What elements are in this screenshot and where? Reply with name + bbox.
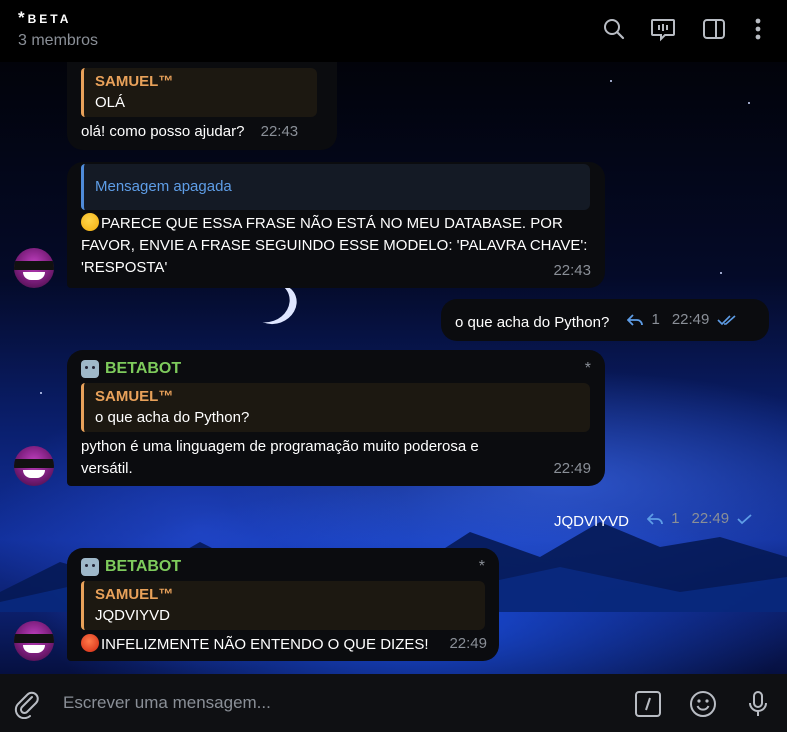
reply-count: 1 xyxy=(651,311,660,328)
reply-deleted-text: Mensagem apagada xyxy=(95,178,232,195)
star-mark: * xyxy=(478,558,485,575)
reply-sender-name: SAMUEL™ xyxy=(95,586,174,603)
reply-quote[interactable]: Mensagem apagada xyxy=(81,164,590,210)
message-time: 22:49 xyxy=(691,510,730,527)
message-text: o que acha do Python? xyxy=(455,314,610,331)
angry-face-icon xyxy=(81,634,99,652)
message-time: 22:49 xyxy=(553,460,591,477)
reply-text: o que acha do Python? xyxy=(95,409,250,426)
reply-text: JQDVIYVD xyxy=(95,607,171,624)
message-time: 22:43 xyxy=(260,123,299,140)
message-time: 22:49 xyxy=(449,635,487,652)
robot-icon xyxy=(81,558,99,576)
message-time: 22:43 xyxy=(553,262,591,279)
reply-arrow-icon xyxy=(647,513,664,525)
message-composer: Escrever uma mensagem... xyxy=(0,674,787,732)
message-bubble[interactable]: Mensagem apagada PARECE QUE ESSA FRASE N… xyxy=(67,162,605,288)
attach-icon[interactable] xyxy=(12,689,42,720)
reply-quote[interactable]: SAMUEL™ JQDVIYVD xyxy=(81,581,485,630)
search-icon[interactable] xyxy=(601,16,627,42)
chat-title[interactable]: * BETA xyxy=(18,8,71,28)
chat-header: * BETA 3 membros xyxy=(0,0,787,62)
video-chat-icon[interactable] xyxy=(650,16,676,42)
message-time: 22:49 xyxy=(671,311,710,328)
message-text: python é uma linguagem de programação mu… xyxy=(81,438,479,477)
emoji-icon[interactable] xyxy=(688,689,718,719)
avatar[interactable] xyxy=(14,446,54,486)
message-text: INFELIZMENTE NÃO ENTENDO O QUE DIZES! xyxy=(81,634,485,656)
double-check-icon xyxy=(717,315,736,326)
reply-count: 1 xyxy=(671,510,680,527)
message-text: PARECE QUE ESSA FRASE NÃO ESTÁ NO MEU DA… xyxy=(81,213,588,276)
message-input[interactable]: Escrever uma mensagem... xyxy=(63,693,271,713)
robot-icon xyxy=(81,360,99,378)
microphone-icon[interactable] xyxy=(743,689,773,719)
message-meta: 1 22:49 xyxy=(647,508,753,530)
avatar[interactable] xyxy=(14,621,54,661)
message-meta: 1 22:49 xyxy=(627,309,737,331)
sender-name[interactable]: BETABOT xyxy=(81,556,485,578)
sender-name[interactable]: BETABOT xyxy=(81,358,591,380)
reply-quote[interactable]: SAMUEL™ OLÁ xyxy=(81,68,317,117)
thinking-face-icon xyxy=(81,213,99,231)
reply-sender-name: SAMUEL™ xyxy=(95,388,174,405)
outgoing-message-bubble[interactable]: JQDVIYVD 1 22:49 xyxy=(540,499,769,541)
message-text: olá! como posso ajudar? xyxy=(81,123,245,140)
message-text: JQDVIYVD xyxy=(554,513,630,530)
single-check-icon xyxy=(737,514,752,525)
commands-icon[interactable] xyxy=(633,689,663,719)
message-bubble[interactable]: SAMUEL™ OLÁ olá! como posso ajudar? 22:4… xyxy=(67,62,337,150)
message-bubble[interactable]: BETABOT * SAMUEL™ JQDVIYVD INFELIZMENTE … xyxy=(67,548,499,661)
reply-arrow-icon xyxy=(627,314,644,326)
reply-quote[interactable]: SAMUEL™ o que acha do Python? xyxy=(81,383,590,432)
more-icon[interactable] xyxy=(745,16,771,42)
sidebar-icon[interactable] xyxy=(701,16,727,42)
reply-sender-name: SAMUEL™ xyxy=(95,73,174,90)
star-mark: * xyxy=(584,360,591,377)
message-bubble[interactable]: BETABOT * SAMUEL™ o que acha do Python? … xyxy=(67,350,605,486)
avatar[interactable] xyxy=(14,248,54,288)
member-count: 3 membros xyxy=(18,32,99,49)
outgoing-message-bubble[interactable]: o que acha do Python? 1 22:49 xyxy=(441,299,769,341)
reply-text: OLÁ xyxy=(95,94,126,111)
